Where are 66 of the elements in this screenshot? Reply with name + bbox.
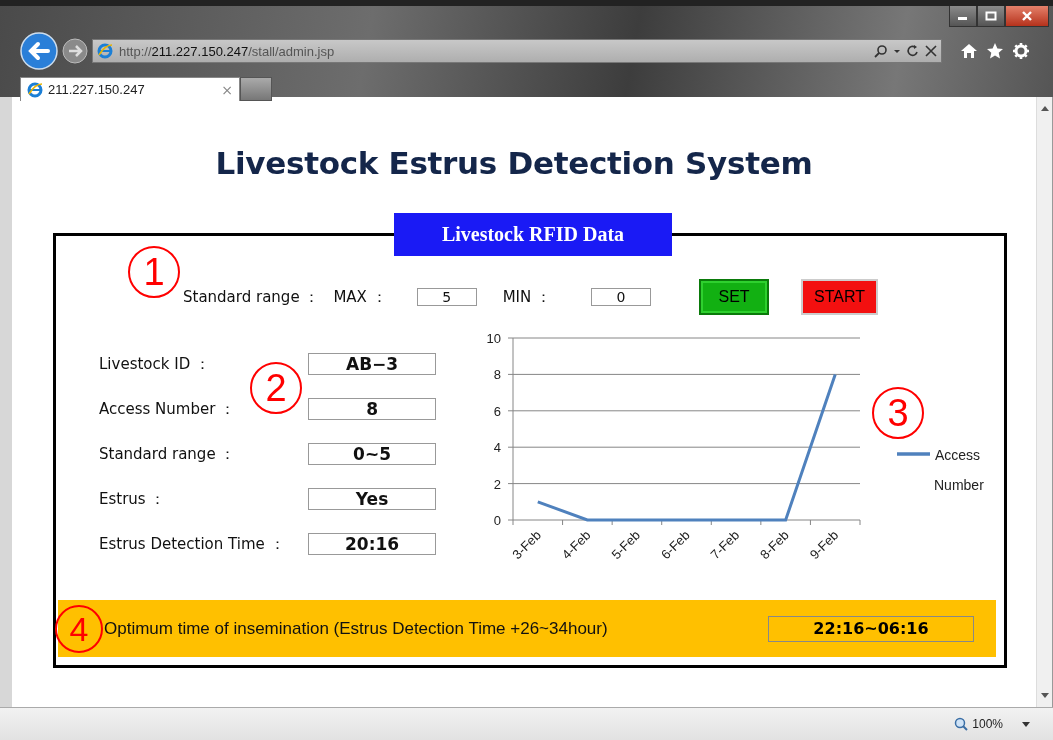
field-value: 8: [308, 398, 436, 420]
tick-mark: [611, 519, 613, 526]
maximize-icon: [985, 11, 997, 21]
circled-number: 2: [250, 362, 302, 414]
field-label: Livestock ID ：: [99, 354, 211, 374]
settings-icon[interactable]: [1012, 42, 1030, 60]
browser-tab[interactable]: 211.227.150.247 ×: [20, 77, 240, 101]
refresh-icon[interactable]: [906, 44, 920, 58]
insemination-label: Optimum time of insemination (Estrus Detection Time +26~34hour): [104, 618, 608, 639]
field-label: Estrus Detection Time ：: [99, 534, 286, 554]
field-value: AB−3: [308, 353, 436, 375]
start-button[interactable]: START: [801, 279, 878, 315]
maximize-button[interactable]: [977, 6, 1005, 27]
field-label: Access Number ：: [99, 399, 237, 419]
tick-mark: [512, 519, 514, 526]
set-button[interactable]: SET: [699, 279, 769, 315]
tick-mark: [562, 519, 564, 526]
close-button[interactable]: [1005, 6, 1049, 27]
tick-mark: [760, 519, 762, 526]
legend-label: Access Number: [934, 447, 984, 493]
star-icon[interactable]: [986, 42, 1004, 60]
tab-title: 211.227.150.247: [48, 82, 146, 97]
legend-swatch: [897, 452, 930, 456]
search-icon[interactable]: [874, 44, 888, 58]
address-bar[interactable]: http://211.227.150.247/stall/admin.jsp: [92, 39, 942, 63]
y-tick-label: 0: [493, 513, 501, 528]
range-label: Standard range ：: [183, 287, 320, 307]
url-text: http://211.227.150.247/stall/admin.jsp: [119, 43, 336, 59]
field-value: 0~5: [308, 443, 436, 465]
y-tick-label: 4: [493, 440, 501, 456]
scrollbar[interactable]: [1036, 97, 1052, 707]
circled-number: 3: [872, 387, 924, 439]
circled-number: 4: [55, 605, 103, 653]
close-icon[interactable]: [925, 45, 937, 57]
zoom-icon[interactable]: [954, 717, 969, 731]
browser-logo-icon: [97, 43, 113, 59]
new-tab-button[interactable]: [240, 77, 272, 101]
zoom-level[interactable]: 100%: [972, 717, 1003, 731]
max-label: MAX ：: [333, 287, 387, 307]
circled-number: 1: [128, 246, 180, 298]
y-tick-label: 8: [493, 367, 501, 383]
tick-mark: [809, 519, 811, 526]
min-input[interactable]: 0: [591, 288, 651, 306]
close-icon: [1021, 11, 1033, 21]
y-tick-label: 10: [486, 331, 501, 346]
field-value: Yes: [308, 488, 436, 510]
field-label: Standard range ：: [99, 444, 237, 464]
tab-close-button[interactable]: ×: [221, 81, 233, 98]
browser-logo-icon: [27, 81, 43, 98]
scroll-up-icon[interactable]: [1040, 105, 1049, 111]
max-input[interactable]: 5: [416, 288, 477, 306]
caret-icon[interactable]: [1021, 720, 1031, 728]
y-tick-label: 6: [493, 403, 501, 419]
tick-mark: [710, 519, 712, 526]
minimize-button[interactable]: [949, 6, 977, 27]
tick-mark: [661, 519, 663, 526]
min-label: MIN ：: [502, 287, 551, 307]
tick-mark: [859, 519, 861, 526]
field-value: 20:16: [308, 533, 436, 555]
scroll-down-icon[interactable]: [1040, 693, 1049, 699]
insemination-value: 22:16~06:16: [768, 615, 974, 642]
panel-title: Livestock RFID Data: [394, 213, 672, 256]
field-label: Estrus ：: [99, 489, 167, 509]
y-tick-label: 2: [493, 476, 501, 492]
home-icon[interactable]: [960, 42, 978, 60]
page-title: Livestock Estrus Detection System: [214, 145, 814, 181]
